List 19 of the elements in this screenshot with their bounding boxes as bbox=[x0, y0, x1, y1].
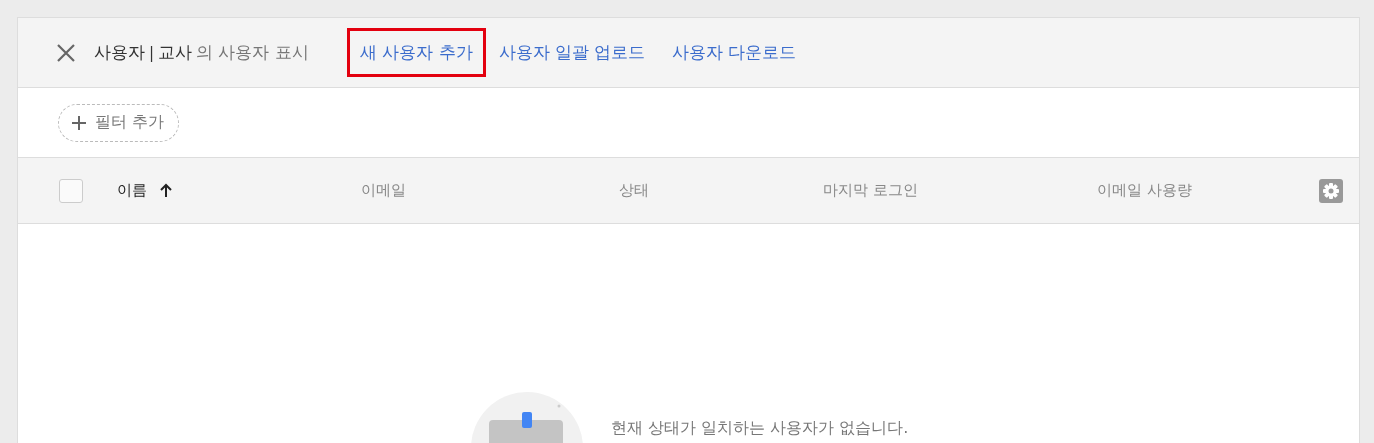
select-all-checkbox[interactable] bbox=[59, 178, 83, 203]
action-link[interactable]: 새 사용자 추가 bbox=[346, 28, 486, 77]
sort-up-icon[interactable] bbox=[159, 183, 173, 198]
column-header[interactable]: 상태 bbox=[619, 181, 649, 200]
action-link[interactable]: 사용자 다운로드 bbox=[658, 28, 809, 77]
settings-icon[interactable] bbox=[1319, 178, 1343, 203]
column-header[interactable]: 이름 bbox=[117, 181, 147, 200]
window-title: 교사 bbox=[158, 41, 193, 64]
column-header[interactable]: 이메일 사용량 bbox=[1097, 181, 1192, 200]
plus-icon bbox=[71, 114, 87, 131]
add-filter-button[interactable]: 필터 추가 bbox=[58, 103, 180, 142]
empty-message: 현재 상태가 일치하는 사용자가 없습니다. bbox=[611, 418, 909, 439]
close-icon[interactable] bbox=[56, 42, 76, 63]
action-link[interactable]: 사용자 일괄 업로드 bbox=[485, 28, 659, 77]
window-title: 사용자 bbox=[94, 41, 145, 64]
column-header[interactable]: 이메일 bbox=[361, 181, 406, 200]
title-separator: | bbox=[149, 43, 155, 62]
window-title: 의 사용자 표시 bbox=[196, 41, 309, 64]
column-header[interactable]: 마지막 로그인 bbox=[823, 181, 918, 200]
